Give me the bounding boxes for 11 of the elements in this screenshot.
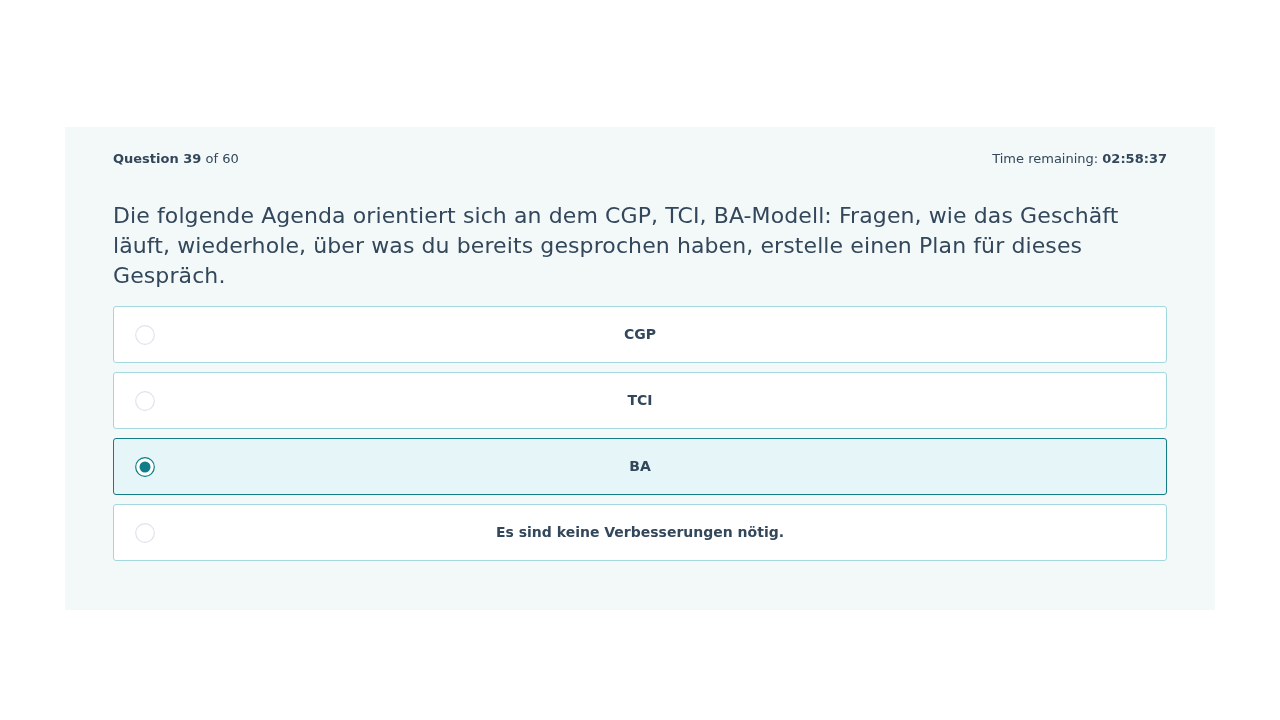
answer-option[interactable]: TCI <box>113 372 1167 429</box>
answer-option[interactable]: Es sind keine Verbesserungen nötig. <box>113 504 1167 561</box>
radio-icon[interactable] <box>135 522 155 543</box>
answer-option[interactable]: BA <box>113 438 1167 495</box>
answer-option[interactable]: CGP <box>113 306 1167 363</box>
question-counter: Question 39 of 60 <box>113 151 239 167</box>
question-text: Die folgende Agenda orientiert sich an dem CGP, TCI, BA-Modell: Fragen, wie das Geschäft läuft, wiederhole, über was du bereits gesprochen haben, erstelle einen Plan für dieses Gespräch. <box>113 202 1120 290</box>
radio-icon[interactable] <box>135 324 155 345</box>
radio-icon[interactable] <box>135 390 155 411</box>
time-remaining: Time remaining: 02:58:37 <box>992 151 1167 167</box>
radio-selected-icon[interactable] <box>135 456 155 477</box>
